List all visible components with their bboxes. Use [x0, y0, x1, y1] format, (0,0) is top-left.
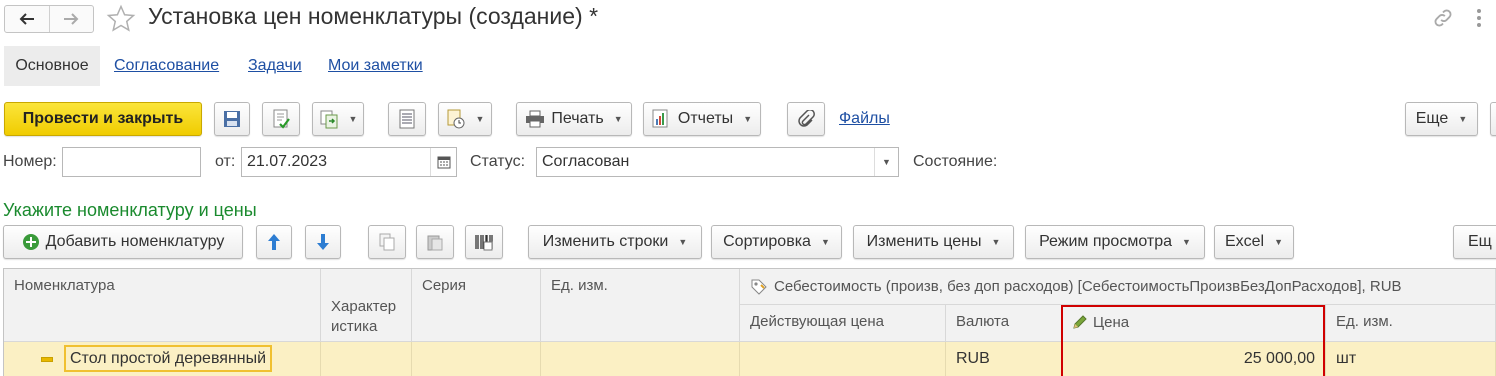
sort-button[interactable]: Сортировка ▼ — [711, 225, 842, 259]
header-item[interactable]: Номенклатура — [4, 269, 321, 342]
arrow-down-icon — [317, 234, 329, 250]
save-button[interactable] — [214, 102, 250, 136]
cell-price[interactable]: 25 000,00 — [1063, 342, 1326, 376]
header-series[interactable]: Серия — [412, 269, 541, 342]
calendar-icon — [437, 156, 450, 169]
tab-tasks[interactable]: Задачи — [248, 57, 302, 75]
post-button[interactable] — [262, 102, 300, 136]
chevron-down-icon: ▼ — [1274, 237, 1284, 247]
date-label: от: — [215, 153, 236, 170]
header-price-type-group[interactable]: Себестоимость (произв, без доп расходов)… — [740, 269, 1496, 305]
list-icon — [399, 109, 415, 129]
chevron-down-icon: ▼ — [475, 114, 485, 124]
document-history-button[interactable]: ▼ — [438, 102, 492, 136]
document-clock-icon — [447, 109, 465, 129]
status-value: Согласован — [542, 153, 630, 170]
print-button[interactable]: Печать ▼ — [516, 102, 632, 136]
status-dropdown-button[interactable]: ▼ — [874, 148, 898, 176]
files-link[interactable]: Файлы — [839, 110, 890, 128]
chevron-down-icon: ▼ — [1458, 114, 1468, 124]
forward-button[interactable] — [50, 6, 94, 32]
chevron-down-icon: ▼ — [613, 114, 623, 124]
calendar-button[interactable] — [430, 148, 456, 176]
link-icon[interactable] — [1432, 7, 1454, 33]
paste-icon — [427, 235, 443, 251]
create-based-on-icon — [320, 110, 338, 129]
arrow-right-icon — [64, 13, 79, 25]
add-item-button[interactable]: Добавить номенклатуру — [3, 225, 243, 259]
barcode-icon — [475, 235, 493, 251]
post-and-close-button[interactable]: Провести и закрыть — [4, 102, 202, 136]
date-field[interactable]: 21.07.2023 — [241, 147, 457, 177]
chevron-down-icon: ▼ — [678, 237, 688, 247]
favorite-star-icon[interactable] — [106, 4, 136, 38]
arrow-up-icon — [268, 234, 280, 250]
section-title: Укажите номенклатуру и цены — [3, 200, 257, 220]
reports-icon — [652, 109, 668, 128]
more-vertical-icon[interactable] — [1474, 7, 1484, 29]
state-label: Состояние: — [913, 153, 998, 170]
paste-button[interactable] — [416, 225, 454, 259]
cell-item[interactable]: Стол простой деревянный — [64, 345, 273, 372]
tab-main-label: Основное — [15, 57, 89, 74]
chevron-down-icon: ▼ — [1181, 237, 1191, 247]
copy-icon — [379, 233, 395, 251]
chevron-down-icon: ▼ — [348, 114, 358, 124]
chevron-down-icon: ▼ — [743, 114, 753, 124]
table-more-button[interactable]: Ещ — [1453, 225, 1496, 259]
create-based-on-button[interactable]: ▼ — [312, 102, 364, 136]
row-marker-icon — [41, 357, 53, 362]
nav-buttons — [4, 5, 94, 33]
date-value: 21.07.2023 — [247, 153, 328, 170]
attach-button[interactable] — [787, 102, 825, 136]
cell-series[interactable] — [412, 342, 541, 376]
structure-button[interactable] — [388, 102, 426, 136]
pencil-icon — [1073, 315, 1087, 329]
more-button[interactable]: Еще ▼ — [1405, 102, 1478, 136]
chevron-down-icon: ▼ — [991, 237, 1001, 247]
back-button[interactable] — [5, 6, 50, 32]
copy-button[interactable] — [368, 225, 406, 259]
page-title: Установка цен номенклатуры (создание) * — [148, 3, 599, 29]
chevron-down-icon: ▼ — [820, 237, 830, 247]
price-tag-icon — [751, 279, 767, 295]
cell-current-price[interactable] — [740, 342, 946, 376]
save-icon — [224, 111, 240, 127]
table-row-marker-cell[interactable]: Стол простой деревянный — [4, 342, 321, 376]
tab-main[interactable]: Основное — [4, 46, 100, 86]
printer-icon — [526, 110, 545, 128]
post-document-icon — [273, 109, 290, 129]
cell-unit-2[interactable]: шт — [1326, 342, 1496, 376]
barcode-button[interactable] — [465, 225, 503, 259]
header-unit-2[interactable]: Ед. изм. — [1326, 305, 1496, 342]
number-field[interactable] — [62, 147, 201, 177]
change-prices-button[interactable]: Изменить цены ▼ — [853, 225, 1014, 259]
status-label: Статус: — [470, 153, 526, 170]
excel-button[interactable]: Excel ▼ — [1214, 225, 1294, 259]
move-down-button[interactable] — [305, 225, 341, 259]
header-currency[interactable]: Валюта — [946, 305, 1063, 342]
paperclip-icon — [798, 110, 815, 127]
view-mode-button[interactable]: Режим просмотра ▼ — [1025, 225, 1205, 259]
header-current-price[interactable]: Действующая цена — [740, 305, 946, 342]
status-select[interactable]: Согласован ▼ — [536, 147, 899, 177]
cell-characteristic[interactable] — [321, 342, 412, 376]
change-rows-button[interactable]: Изменить строки ▼ — [528, 225, 702, 259]
number-label: Номер: — [3, 153, 57, 170]
tab-approval[interactable]: Согласование — [114, 57, 219, 75]
header-characteristic[interactable]: Характер истика — [321, 269, 412, 342]
cell-unit[interactable] — [541, 342, 740, 376]
header-price[interactable]: Цена — [1063, 305, 1326, 342]
tab-notes[interactable]: Мои заметки — [328, 57, 423, 75]
reports-button[interactable]: Отчеты ▼ — [643, 102, 761, 136]
cell-currency[interactable]: RUB — [946, 342, 1063, 376]
arrow-left-icon — [19, 13, 34, 25]
header-unit[interactable]: Ед. изм. — [541, 269, 740, 342]
plus-circle-icon — [22, 234, 39, 250]
help-button[interactable] — [1490, 102, 1496, 136]
move-up-button[interactable] — [256, 225, 292, 259]
